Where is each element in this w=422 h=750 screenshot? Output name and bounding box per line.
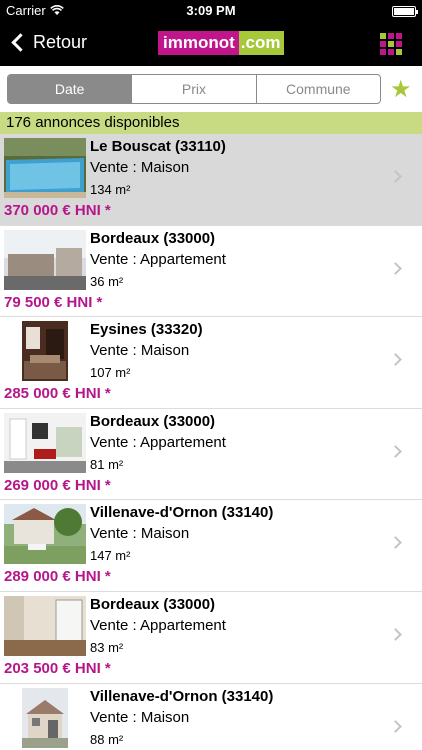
listing-city: Eysines (33320) — [90, 321, 203, 339]
clock: 3:09 PM — [186, 3, 236, 18]
logo-text-main: immonot — [158, 31, 239, 55]
listing-type: Vente : Maison — [90, 525, 190, 543]
listing-price: 79 500 € HNI * — [4, 293, 103, 311]
listing-city: Bordeaux (33000) — [90, 229, 216, 247]
listing-photo — [22, 321, 68, 382]
listing-type: Vente : Appartement — [90, 250, 226, 268]
listing-item[interactable]: Villenave-d'Ornon (33140) Vente : Maison 1… — [0, 500, 422, 592]
listing-photo — [4, 504, 86, 565]
listing-price: 289 000 € HNI * — [4, 568, 111, 586]
immonot-logo: immonot .com — [158, 31, 285, 55]
chevron-right-icon — [389, 170, 402, 183]
listing-type: Vente : Appartement — [90, 433, 226, 451]
listing-area: 88 m² — [90, 731, 124, 747]
listing-city: Villenave-d'Ornon (33140) — [90, 504, 274, 522]
tab-prix[interactable]: Prix — [131, 75, 255, 103]
sort-filter-bar: Date Prix Commune ★ — [0, 66, 422, 112]
listing-photo — [22, 687, 68, 748]
listing-type: Vente : Maison — [90, 708, 190, 726]
chevron-right-icon — [389, 628, 402, 641]
chevron-right-icon — [389, 261, 402, 275]
listing-photo — [4, 138, 86, 198]
listing-type: Vente : Maison — [90, 342, 190, 360]
chevron-right-icon — [389, 536, 402, 550]
chevron-right-icon — [389, 444, 402, 458]
battery-icon — [392, 6, 418, 17]
tab-date[interactable]: Date — [8, 75, 132, 103]
listing-item[interactable]: Le Bouscat (33110) Vente : Maison 134 m² 37… — [0, 134, 422, 226]
sort-segmented-control: Date Prix Commune — [7, 74, 381, 104]
listing-area: 134 m² — [90, 182, 131, 197]
listing-area: 83 m² — [90, 639, 124, 655]
listing-type: Vente : Appartement — [90, 616, 226, 634]
listing-city: Villenave-d'Ornon (33140) — [90, 687, 274, 705]
listing-photo — [4, 412, 86, 473]
listings-list: Le Bouscat (33110) Vente : Maison 134 m² 37… — [0, 134, 422, 750]
listing-item[interactable]: Villenave-d'Ornon (33140) Vente : Maison 8… — [0, 683, 422, 750]
listing-area: 107 m² — [90, 365, 131, 381]
navigation-bar: Retour immonot .com — [0, 22, 422, 66]
listing-price: 285 000 € HNI * — [4, 385, 111, 403]
status-bar: Carrier 3:09 PM — [0, 0, 422, 22]
chevron-right-icon — [389, 719, 402, 733]
listing-area: 36 m² — [90, 273, 124, 289]
back-button[interactable]: Retour — [10, 32, 87, 53]
listing-price: 269 000 € HNI * — [4, 476, 111, 494]
listing-photo — [4, 229, 86, 290]
listing-area: 81 m² — [90, 456, 124, 472]
listing-item[interactable]: Bordeaux (33000) Vente : Appartement 83 m²… — [0, 591, 422, 684]
listing-item[interactable]: Bordeaux (33000) Vente : Appartement 81 m²… — [0, 408, 422, 501]
listing-city: Bordeaux (33000) — [90, 595, 216, 613]
listing-city: Bordeaux (33000) — [90, 412, 216, 430]
favorites-star-icon[interactable]: ★ — [390, 78, 412, 102]
tab-commune[interactable]: Commune — [255, 75, 380, 103]
results-count: 176 annonces disponibles — [0, 112, 422, 134]
listing-item[interactable]: Eysines (33320) Vente : Maison 107 m² 285 0… — [0, 317, 422, 409]
listing-type: Vente : Maison — [90, 159, 190, 176]
listing-item[interactable]: Bordeaux (33000) Vente : Appartement 36 m²… — [0, 225, 422, 318]
listing-price: 203 500 € HNI * — [4, 659, 111, 677]
listing-price: 370 000 € HNI * — [4, 202, 111, 219]
back-label: Retour — [33, 32, 88, 52]
chevron-right-icon — [389, 353, 402, 367]
menu-grid-icon[interactable] — [380, 33, 402, 55]
chevron-left-icon — [11, 33, 30, 52]
logo-text-domain: .com — [238, 31, 285, 55]
listing-city: Le Bouscat (33110) — [90, 138, 226, 155]
listing-area: 147 m² — [90, 548, 131, 564]
listing-photo — [4, 595, 86, 656]
